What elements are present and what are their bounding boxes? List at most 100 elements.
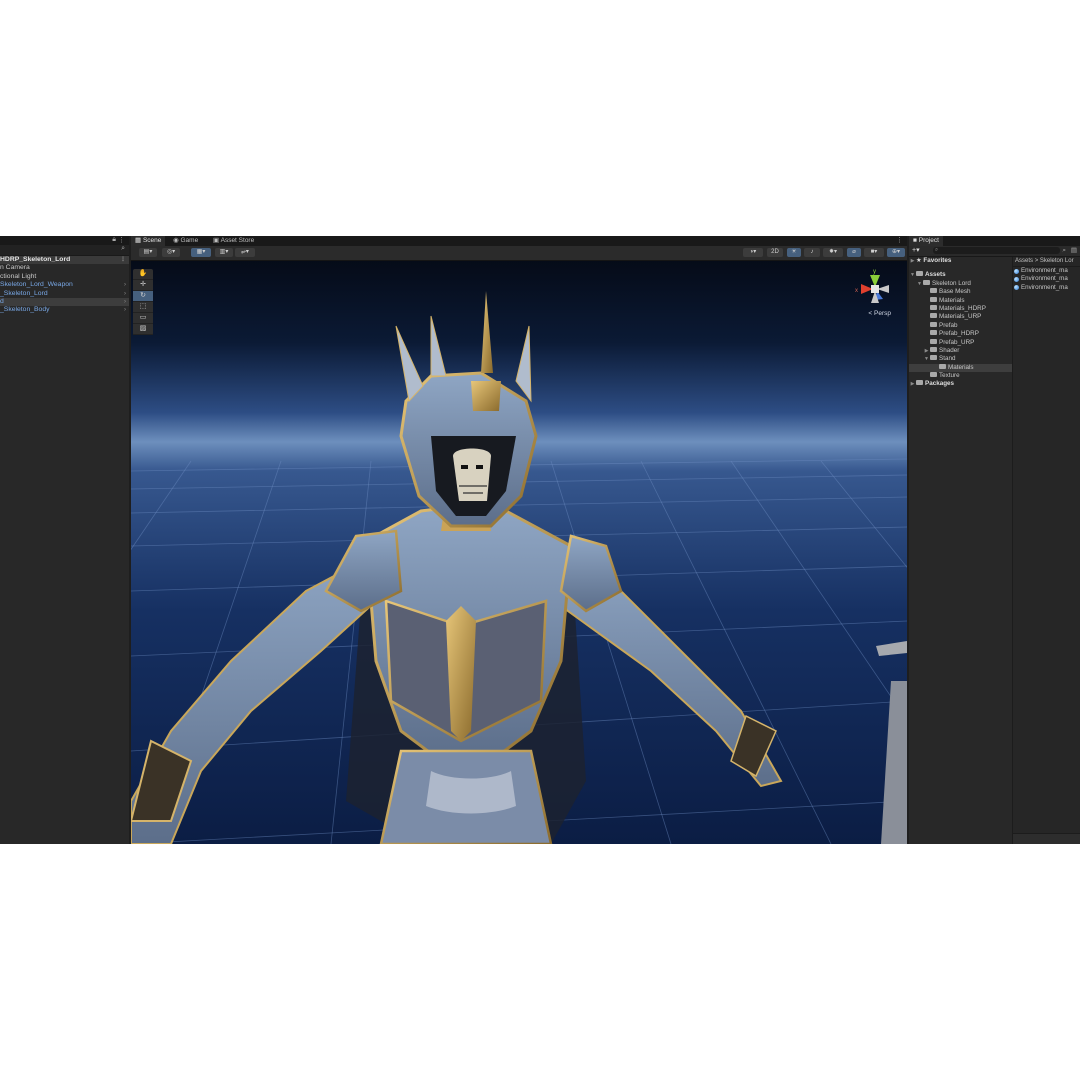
hand-tool-button[interactable]: ✋ xyxy=(133,269,153,280)
tree-item-favorites[interactable]: ▶ ★ Favorites xyxy=(909,257,1012,265)
tree-item-stand-materials[interactable]: Materials xyxy=(909,363,1012,373)
hierarchy-item-directional-light[interactable]: ctional Light xyxy=(0,273,129,281)
more-menu-icon[interactable]: ⋮ xyxy=(118,236,125,244)
file-label: Environment_ma xyxy=(1021,267,1068,274)
draw-mode-dropdown[interactable]: ▤▾ xyxy=(139,248,157,257)
tab-project[interactable]: ■ Project xyxy=(909,236,943,246)
chevron-right-icon[interactable]: › xyxy=(124,281,126,289)
shading-mode-dropdown[interactable]: ◑▾ xyxy=(743,248,763,257)
move-tool-button[interactable]: ✛ xyxy=(133,280,153,291)
tree-item-label: Materials xyxy=(939,296,965,304)
tree-item-base-mesh[interactable]: Base Mesh xyxy=(909,288,1012,296)
star-icon: ★ xyxy=(916,257,922,264)
chevron-down-icon[interactable]: ▼ xyxy=(909,271,916,279)
tree-item-stand[interactable]: ▼ Stand xyxy=(909,355,1012,363)
chevron-right-icon[interactable]: ▶ xyxy=(909,257,916,265)
project-search-input[interactable]: ⌕ xyxy=(933,247,1060,254)
hierarchy-item-weapon[interactable]: Skeleton_Lord_Weapon › xyxy=(0,281,129,289)
hierarchy-header: 🔒︎ ⋮ xyxy=(0,236,129,245)
tree-item-materials-urp[interactable]: Materials_URP xyxy=(909,313,1012,321)
folder-icon xyxy=(930,372,937,378)
snap-increment-dropdown[interactable]: ▥▾ xyxy=(215,248,233,257)
store-icon: ▣ xyxy=(213,237,220,244)
hierarchy-root-scene[interactable]: HDRP_Skeleton_Lord ⋮ xyxy=(0,256,129,265)
tree-item-prefab[interactable]: Prefab xyxy=(909,321,1012,330)
file-item[interactable]: Environment_ma xyxy=(1013,267,1080,275)
tab-label: Scene xyxy=(142,237,162,244)
tab-scene[interactable]: ▦ Scene xyxy=(131,236,166,246)
file-item[interactable]: Environment_ma xyxy=(1013,275,1080,283)
effects-dropdown[interactable]: ✸▾ xyxy=(823,248,843,257)
rotate-tool-button[interactable]: ↻ xyxy=(133,291,153,302)
more-menu-icon[interactable]: ⋮ xyxy=(896,236,903,246)
tree-item-texture[interactable]: Texture xyxy=(909,372,1012,380)
chevron-right-icon[interactable]: › xyxy=(124,290,126,298)
tree-item-materials[interactable]: Materials xyxy=(909,296,1012,305)
hierarchy-item-main-camera[interactable]: n Camera xyxy=(0,264,129,272)
project-file-list: Assets > Skeleton Lor Environment_ma Env… xyxy=(1013,257,1080,844)
folder-icon xyxy=(930,313,937,319)
tree-item-skeleton-lord[interactable]: ▼ Skeleton Lord xyxy=(909,279,1012,288)
hierarchy-item-stand[interactable]: d › xyxy=(0,297,129,307)
chevron-right-icon[interactable]: ▶ xyxy=(923,347,930,355)
tree-item-prefab-urp[interactable]: Prefab_URP xyxy=(909,338,1012,347)
gizmo-y-label: y xyxy=(873,269,876,275)
gizmos-dropdown[interactable]: ⊕▾ xyxy=(887,248,905,257)
tab-game[interactable]: ◉ Game xyxy=(169,236,202,246)
gizmo-x-label: x xyxy=(855,288,858,294)
scene-viewport[interactable]: ✋ ✛ ↻ ⬚ ▭ ▨ x y < Persp xyxy=(131,261,907,844)
camera-settings-dropdown[interactable]: ■▾ xyxy=(864,248,884,257)
tree-item-label: Favorites xyxy=(923,257,952,264)
tree-item-label: Materials xyxy=(948,363,974,371)
lighting-toggle-button[interactable]: ☀ xyxy=(787,248,801,257)
pivot-dropdown[interactable]: ⥂▾ xyxy=(235,248,255,257)
search-icon[interactable]: ⌕ xyxy=(121,245,125,253)
chevron-down-icon[interactable]: ▼ xyxy=(923,355,930,363)
tab-asset-store[interactable]: ▣ Asset Store xyxy=(209,236,258,246)
add-asset-button[interactable]: +▾ xyxy=(912,246,920,256)
tree-item-prefab-hdrp[interactable]: Prefab_HDRP xyxy=(909,330,1012,338)
folder-icon xyxy=(930,288,937,294)
more-menu-icon[interactable]: ⋮ xyxy=(120,256,126,264)
scene-tools-palette: ✋ ✛ ↻ ⬚ ▭ ▨ xyxy=(133,269,153,335)
hierarchy-item-skeleton-body[interactable]: _Skeleton_Body › xyxy=(0,306,129,314)
tab-label: Game xyxy=(180,237,199,244)
scene-tab-icon: ▦ xyxy=(135,237,142,244)
folder-icon xyxy=(939,363,946,369)
chevron-right-icon[interactable]: › xyxy=(124,306,126,314)
mode-2d-button[interactable]: 2D xyxy=(767,248,783,257)
scale-tool-button[interactable]: ⬚ xyxy=(133,302,153,313)
hierarchy-search-bar[interactable]: ⌕ xyxy=(0,245,129,256)
chevron-right-icon[interactable]: ▶ xyxy=(909,380,916,388)
projection-label[interactable]: < Persp xyxy=(868,310,891,317)
tree-item-shader[interactable]: ▶ Shader xyxy=(909,346,1012,355)
tree-item-packages[interactable]: ▶ Packages xyxy=(909,380,1012,388)
file-label: Environment_ma xyxy=(1021,283,1068,291)
folder-icon xyxy=(930,346,937,352)
hidden-objects-toggle[interactable]: ⌀ xyxy=(847,248,861,257)
rect-tool-button[interactable]: ▭ xyxy=(133,313,153,324)
tree-item-materials-hdrp[interactable]: Materials_HDRP xyxy=(909,304,1012,313)
tree-item-assets[interactable]: ▼ Assets xyxy=(909,271,1012,279)
folder-icon xyxy=(930,304,937,310)
chevron-down-icon[interactable]: ▼ xyxy=(916,280,923,288)
project-toolbar: +▾ ⌕ ⌕ ▤ xyxy=(909,246,1080,257)
chevron-right-icon[interactable]: › xyxy=(124,298,126,306)
grid-snap-button[interactable]: ▦▾ xyxy=(191,248,211,257)
project-status-bar xyxy=(1013,833,1080,844)
transform-tool-button[interactable]: ▨ xyxy=(133,324,153,335)
breadcrumb-current[interactable]: Skeleton Lor xyxy=(1040,258,1074,264)
tree-item-label: Packages xyxy=(925,380,955,388)
file-item[interactable]: Environment_ma xyxy=(1013,284,1080,292)
folder-open-icon xyxy=(923,279,930,285)
lock-icon[interactable]: 🔒︎ xyxy=(112,236,116,244)
hierarchy-item-label: _Skeleton_Lord xyxy=(0,289,48,297)
hierarchy-item-skeleton-lord[interactable]: _Skeleton_Lord › xyxy=(0,290,129,298)
project-panel: ■ Project +▾ ⌕ ⌕ ▤ ▶ ★ Favorites ▼ Assets … xyxy=(909,236,1080,844)
audio-toggle-button[interactable]: ♪ xyxy=(804,248,820,257)
type-filter-icon[interactable]: ▤ xyxy=(1071,246,1077,256)
mode-2d-label: 2D xyxy=(771,249,779,255)
view-options-dropdown[interactable]: ◎▾ xyxy=(162,248,180,257)
breadcrumb-assets[interactable]: Assets xyxy=(1015,258,1033,264)
search-filter-icon[interactable]: ⌕ xyxy=(1062,246,1066,256)
